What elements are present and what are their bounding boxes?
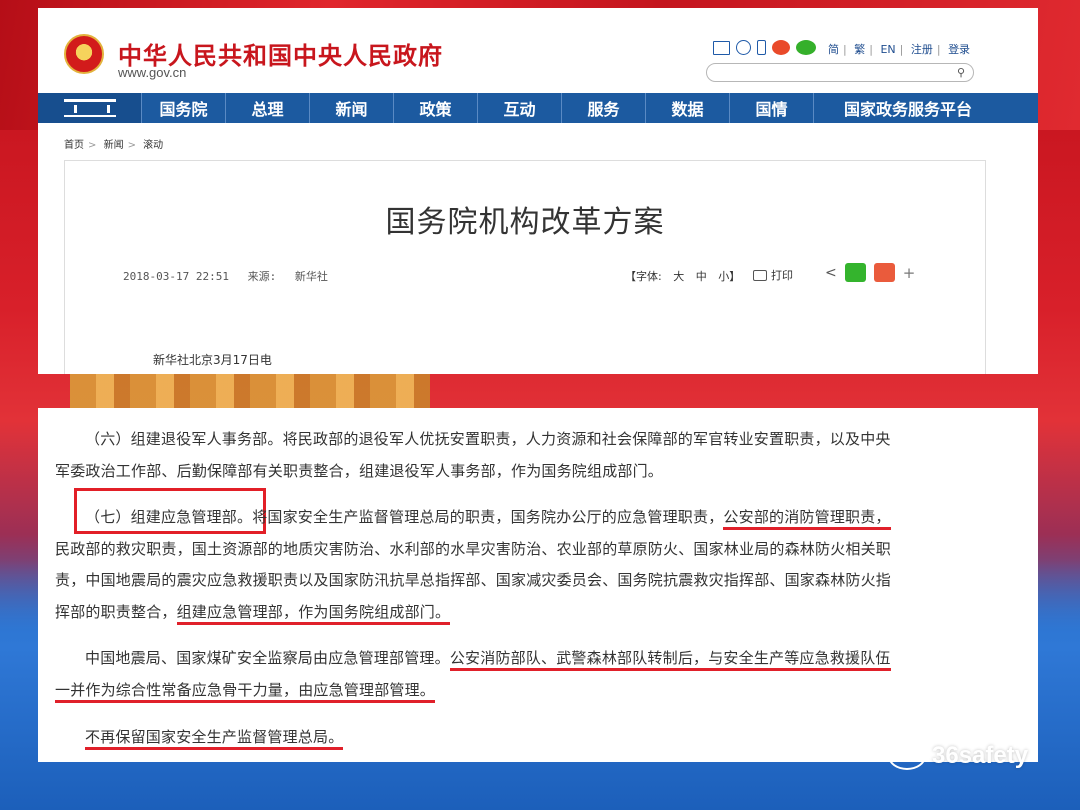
paragraph-8: 中国地震局、国家煤矿安全监察局由应急管理部管理。公安消防部队、武警森林部队转制后… [55, 643, 1005, 706]
weibo-icon[interactable] [772, 40, 790, 55]
p2-underlined-ministry: 组建应急管理部，作为国务院组成部门。 [176, 602, 451, 625]
national-emblem-icon [64, 34, 104, 74]
chevron-right-icon: > [88, 140, 97, 151]
search-icon[interactable]: ⚲ [957, 66, 965, 79]
p1-line2: 军委政治工作部、后勤保障部有关职责整合，组建退役军人事务部，作为国务院组成部门。 [55, 461, 664, 480]
article-dateline: 新华社北京3月17日电 [153, 353, 272, 367]
font-medium-button[interactable]: 中 [696, 270, 707, 283]
link-login[interactable]: 登录 [948, 43, 970, 56]
tiananmen-logo-icon[interactable] [38, 93, 142, 123]
p3-underlined-a: 公安消防部队、武警森林部队转制后，与安全生产等应急救援队伍 [449, 649, 891, 671]
p2-heading: （七）组建应急管理部。 [85, 508, 253, 526]
p2-underlined-fire: 公安部的消防管理职责， [723, 508, 891, 530]
search-input[interactable]: ⚲ [706, 63, 974, 82]
document-excerpt: （六）组建退役军人事务部。将民政部的退役军人优抚安置职责，人力资源和社会保障部的… [38, 408, 1038, 762]
mail-icon[interactable] [713, 40, 730, 55]
p2-text: 将国家安全生产监督管理总局的职责，国务院办公厅的应急管理职责， [252, 508, 724, 526]
background-gold-pattern [70, 372, 430, 412]
nav-state-council[interactable]: 国务院 [142, 93, 226, 123]
weibo-share-icon[interactable] [873, 263, 895, 282]
p2-line3: 责，中国地震局的震灾应急救援职责以及国家防汛抗旱总指挥部、国家减灾委员会、国务院… [55, 571, 892, 589]
top-links: 简 | 繁 | EN | 注册 | 登录 [828, 43, 971, 56]
p4-underlined: 不再保留国家安全生产监督管理总局。 [85, 728, 344, 750]
link-english[interactable]: EN [880, 43, 895, 56]
breadcrumb: 首页 > 新闻 > 滚动 [64, 136, 163, 151]
p3-text: 中国地震局、国家煤矿安全监察局由应急管理部管理。 [85, 649, 450, 667]
share-icon[interactable]: < [825, 265, 837, 281]
font-large-button[interactable]: 大 [673, 270, 684, 283]
top-icon-bar [713, 40, 816, 55]
nav-news[interactable]: 新闻 [310, 93, 394, 123]
wechat-watermark-icon [888, 742, 926, 770]
site-url[interactable]: www.gov.cn [118, 65, 186, 80]
nav-data[interactable]: 数据 [646, 93, 730, 123]
paragraph-6: （六）组建退役军人事务部。将民政部的退役军人优抚安置职责，人力资源和社会保障部的… [55, 424, 1005, 487]
article-title: 国务院机构改革方案 [385, 205, 665, 240]
nav-premier[interactable]: 总理 [226, 93, 310, 123]
print-label: 打印 [771, 269, 793, 282]
chat-icon[interactable] [736, 40, 751, 55]
p2-line2: 民政部的救灾职责，国土资源部的地质灾害防治、水利部的水旱灾害防治、农业部的草原防… [55, 539, 892, 558]
nav-interaction[interactable]: 互动 [478, 93, 562, 123]
article-source: 新华社 [294, 270, 328, 283]
p1-line1: （六）组建退役军人事务部。将民政部的退役军人优抚安置职责，人力资源和社会保障部的… [85, 430, 891, 448]
link-traditional[interactable]: 繁 [854, 43, 865, 56]
paragraph-7: （七）组建应急管理部。将国家安全生产监督管理总局的职责，国务院办公厅的应急管理职… [55, 502, 1005, 628]
print-button[interactable]: 打印 [753, 267, 793, 283]
nav-services[interactable]: 服务 [562, 93, 646, 123]
link-simplified[interactable]: 简 [828, 43, 839, 56]
font-size-control: 【字体: 大 中 小】 [621, 268, 744, 284]
article-meta: 2018-03-17 22:51 来源: 新华社 [123, 268, 328, 284]
plus-icon[interactable]: + [903, 264, 916, 282]
nav-gov-service-platform[interactable]: 国家政务服务平台 [814, 93, 1002, 123]
source-label: 来源: [247, 270, 277, 283]
chevron-right-icon: > [127, 140, 136, 151]
paragraph-9: 不再保留国家安全生产监督管理总局。 [55, 722, 1005, 754]
phone-icon[interactable] [757, 40, 766, 55]
link-register[interactable]: 注册 [911, 43, 933, 56]
watermark-text: 36safety [932, 742, 1029, 769]
wechat-share-icon[interactable] [844, 263, 866, 282]
printer-icon [753, 269, 767, 281]
breadcrumb-home[interactable]: 首页 [64, 140, 84, 151]
nav-policy[interactable]: 政策 [394, 93, 478, 123]
wechat-icon[interactable] [796, 40, 816, 55]
share-bar: < + [825, 263, 915, 282]
breadcrumb-scroll[interactable]: 滚动 [143, 140, 163, 151]
article-date: 2018-03-17 22:51 [123, 270, 229, 283]
website-screenshot: 中华人民共和国中央人民政府 www.gov.cn 简 | 繁 | EN | 注册 | 登… [38, 8, 1038, 374]
p2-line4-text: 挥部的职责整合， [55, 602, 177, 621]
nav-national-info[interactable]: 国情 [730, 93, 814, 123]
site-header: 中华人民共和国中央人民政府 www.gov.cn 简 | 繁 | EN | 注册 | 登… [38, 8, 1038, 93]
article-card: 国务院机构改革方案 2018-03-17 22:51 来源: 新华社 【字体: … [64, 160, 986, 374]
font-small-button[interactable]: 小】 [718, 270, 740, 283]
p3-underlined-b: 一并作为综合性常备应急骨干力量，由应急管理部管理。 [55, 680, 436, 703]
font-size-label: 【字体: [625, 270, 662, 283]
main-nav: 国务院 总理 新闻 政策 互动 服务 数据 国情 国家政务服务平台 [38, 93, 1038, 123]
breadcrumb-news[interactable]: 新闻 [104, 140, 124, 151]
watermark: 36safety [888, 742, 1028, 770]
